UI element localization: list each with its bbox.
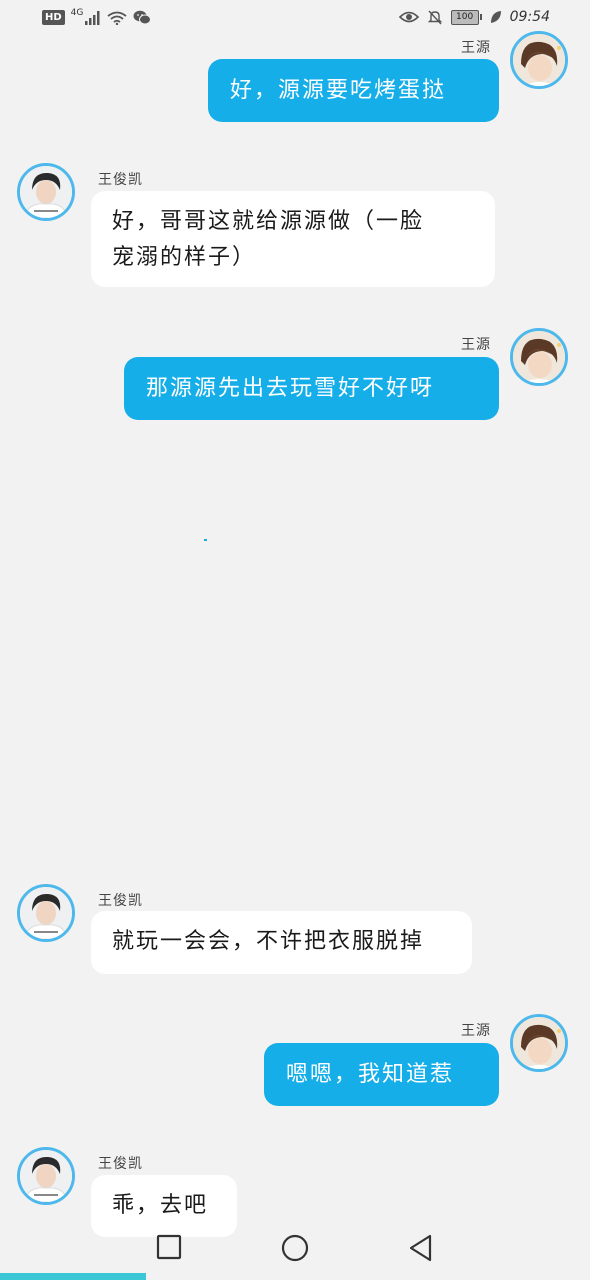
avatar-wang-junkai[interactable] xyxy=(17,1147,75,1205)
message-text-line: 宠溺的样子） xyxy=(112,245,257,270)
home-icon[interactable] xyxy=(281,1234,309,1262)
avatar-wang-junkai[interactable] xyxy=(17,884,75,942)
signal-icon xyxy=(85,10,100,25)
message-text: 好，源源要吃烤蛋挞 xyxy=(230,78,447,103)
stray-dot xyxy=(204,539,207,541)
message-bubble[interactable]: 就玩一会会，不许把衣服脱掉 xyxy=(91,911,472,974)
message-text-line: 好，哥哥这就给源源做（一脸 xyxy=(112,209,425,234)
leaf-icon xyxy=(490,11,501,23)
wechat-icon xyxy=(133,10,152,25)
battery-indicator: 100 xyxy=(450,9,482,25)
sender-name: 王源 xyxy=(461,337,491,353)
network-type: 4G xyxy=(70,7,84,18)
message-text: 就玩一会会，不许把衣服脱掉 xyxy=(112,929,425,954)
status-bar: HD 4G 100 09:54 xyxy=(0,0,590,38)
sender-name: 王源 xyxy=(461,40,491,56)
sender-name: 王俊凯 xyxy=(98,172,143,188)
wifi-icon xyxy=(107,11,127,25)
message-bubble[interactable]: 那源源先出去玩雪好不好呀 xyxy=(124,357,499,420)
back-icon[interactable] xyxy=(408,1234,434,1262)
status-right: 100 09:54 xyxy=(398,9,550,25)
sender-name: 王俊凯 xyxy=(98,1156,143,1172)
message-text: 乖，去吧 xyxy=(112,1193,209,1218)
clock: 09:54 xyxy=(509,9,550,25)
message-bubble[interactable]: 好，源源要吃烤蛋挞 xyxy=(208,59,499,122)
sender-name: 王源 xyxy=(461,1023,491,1039)
recent-apps-icon[interactable] xyxy=(156,1234,182,1260)
navigation-bar xyxy=(0,1220,590,1280)
sender-name: 王俊凯 xyxy=(98,893,143,909)
eye-icon xyxy=(398,11,419,23)
hd-badge: HD xyxy=(42,10,65,25)
avatar-wang-junkai[interactable] xyxy=(17,163,75,221)
avatar-wang-yuan[interactable] xyxy=(510,328,568,386)
mute-bell-icon xyxy=(427,10,442,25)
avatar-wang-yuan[interactable] xyxy=(510,1014,568,1072)
avatar-wang-yuan[interactable] xyxy=(510,31,568,89)
message-text: 那源源先出去玩雪好不好呀 xyxy=(146,376,435,401)
message-text: 嗯嗯，我知道惹 xyxy=(286,1062,455,1087)
message-bubble[interactable]: 嗯嗯，我知道惹 xyxy=(264,1043,499,1106)
message-bubble[interactable]: 好，哥哥这就给源源做（一脸 宠溺的样子） xyxy=(91,191,495,287)
battery-level: 100 xyxy=(450,9,479,25)
scroll-indicator xyxy=(0,1273,146,1280)
status-left: HD 4G xyxy=(42,7,152,25)
